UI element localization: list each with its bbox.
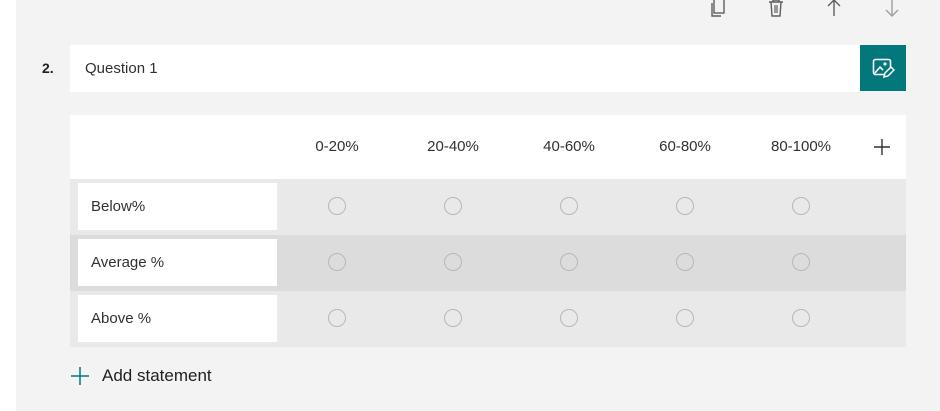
statement-text: Average % bbox=[91, 254, 165, 271]
radio-option[interactable] bbox=[560, 197, 578, 215]
column-label[interactable]: 0-20% bbox=[315, 115, 358, 179]
statement-text: Above % bbox=[91, 310, 152, 327]
move-down-icon[interactable] bbox=[880, 0, 904, 19]
add-statement-button[interactable]: Add statement bbox=[70, 363, 212, 389]
statement-input[interactable]: Below% bbox=[78, 183, 277, 230]
radio-option[interactable] bbox=[328, 309, 346, 327]
column-label[interactable]: 20-40% bbox=[427, 115, 479, 179]
likert-header: 0-20% 20-40% 40-60% 60-80% 80-100% bbox=[70, 115, 906, 179]
add-statement-label: Add statement bbox=[102, 366, 212, 385]
likert-row: Below% bbox=[70, 179, 906, 235]
column-label[interactable]: 60-80% bbox=[659, 115, 711, 179]
statement-text: Below% bbox=[91, 198, 146, 215]
radio-option[interactable] bbox=[328, 253, 346, 271]
statement-input[interactable]: Above % bbox=[78, 295, 277, 342]
question-toolbar bbox=[0, 0, 940, 22]
radio-option[interactable] bbox=[444, 197, 462, 215]
radio-option[interactable] bbox=[444, 309, 462, 327]
radio-option[interactable] bbox=[792, 253, 810, 271]
radio-option[interactable] bbox=[676, 197, 694, 215]
likert-row: Above % bbox=[70, 291, 906, 347]
statement-input[interactable]: Average % bbox=[78, 239, 277, 286]
plus-icon bbox=[874, 139, 890, 155]
move-up-icon[interactable] bbox=[822, 0, 846, 19]
question-title-text: Question 1 bbox=[85, 60, 158, 77]
question-title-input[interactable]: Question 1 bbox=[70, 45, 860, 92]
radio-option[interactable] bbox=[444, 253, 462, 271]
radio-option[interactable] bbox=[676, 253, 694, 271]
likert-row: Average % bbox=[70, 235, 906, 291]
plus-icon bbox=[71, 367, 89, 385]
radio-option[interactable] bbox=[560, 253, 578, 271]
copy-icon[interactable] bbox=[706, 0, 730, 19]
delete-icon[interactable] bbox=[764, 0, 788, 19]
radio-option[interactable] bbox=[792, 197, 810, 215]
radio-option[interactable] bbox=[676, 309, 694, 327]
insert-media-button[interactable] bbox=[860, 45, 906, 91]
column-label[interactable]: 80-100% bbox=[771, 115, 831, 179]
add-column-button[interactable] bbox=[872, 137, 892, 157]
column-label[interactable]: 40-60% bbox=[543, 115, 595, 179]
question-number: 2. bbox=[42, 60, 54, 76]
radio-option[interactable] bbox=[560, 309, 578, 327]
radio-option[interactable] bbox=[792, 309, 810, 327]
image-edit-icon bbox=[872, 58, 895, 79]
radio-option[interactable] bbox=[328, 197, 346, 215]
